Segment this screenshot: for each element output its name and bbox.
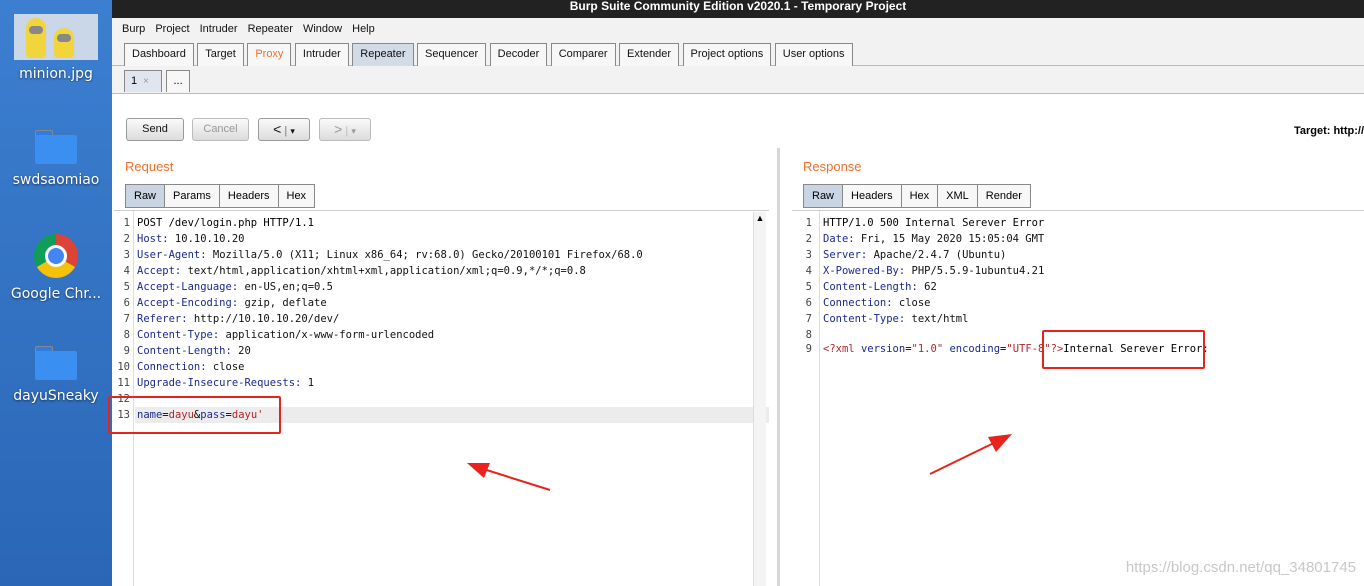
desktop-icon-label: Google Chr...: [10, 286, 102, 302]
chrome-icon: [34, 234, 78, 278]
desktop-icon-dayusneaky[interactable]: dayuSneaky: [0, 346, 112, 404]
annotation-arrows: [467, 434, 1012, 491]
arrow-icon: [467, 463, 551, 491]
folder-icon: [35, 346, 77, 380]
desktop-icon-label: swdsaomiao: [12, 172, 100, 188]
desktop-icon-label: dayuSneaky: [13, 388, 99, 404]
desktop-icon-minion[interactable]: minion.jpg: [0, 14, 112, 82]
arrow-icon: [929, 434, 1012, 475]
desktop: minion.jpg swdsaomiao Google Chr... dayu…: [0, 0, 112, 586]
desktop-icon-swdsaomiao[interactable]: swdsaomiao: [0, 130, 112, 188]
burp-window: Burp Suite Community Edition v2020.1 - T…: [108, 0, 1364, 586]
watermark: https://blog.csdn.net/qq_34801745: [1125, 559, 1356, 576]
folder-icon: [35, 130, 77, 164]
desktop-icon-chrome[interactable]: Google Chr...: [0, 234, 112, 302]
desktop-icon-label: minion.jpg: [19, 66, 93, 82]
image-file-icon: [14, 14, 98, 60]
